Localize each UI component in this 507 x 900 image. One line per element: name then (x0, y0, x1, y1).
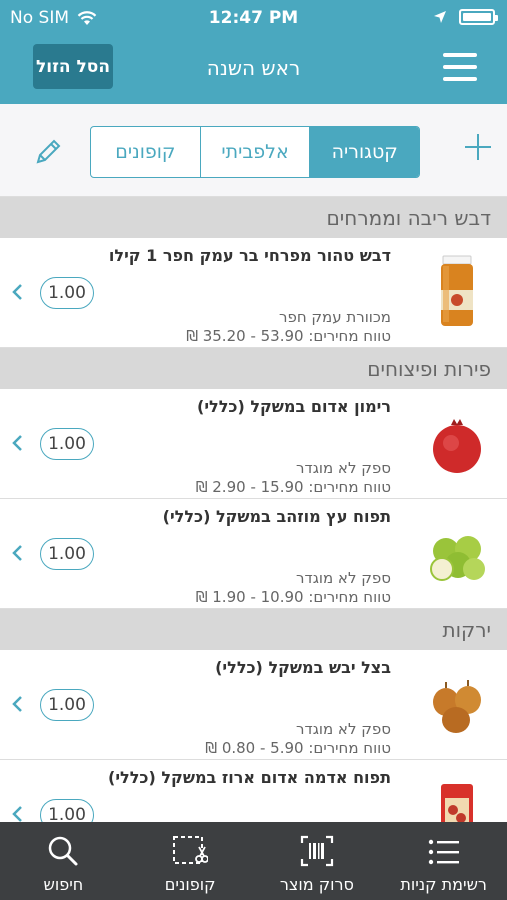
tab-label: רשימת קניות (400, 875, 487, 894)
quantity-field[interactable]: 1.00 (40, 689, 94, 721)
list-item[interactable]: בצל יבש במשקל (כללי) ספק לא מוגדר טווח מ… (0, 650, 507, 760)
item-supplier: ספק לא מוגדר (296, 459, 391, 477)
quantity-field[interactable]: 1.00 (40, 799, 94, 822)
battery-icon (459, 9, 498, 25)
segment-coupons[interactable]: קופונים (91, 127, 200, 177)
list-item[interactable]: רימון אדום במשקל (כללי) ספק לא מוגדר טוו… (0, 389, 507, 499)
honey-jar-image (441, 255, 473, 326)
section-header: דבש ריבה וממרחים (0, 197, 507, 238)
item-name: דבש טהור מפרחי בר עמק חפר 1 קילו (108, 246, 391, 265)
sort-segmented-control: קופונים אלפביתי קטגוריה (90, 126, 420, 178)
top-bar: No SIM 12:47 PM הסל הזול ראש השנה (0, 0, 507, 104)
potato-bag-image (441, 784, 473, 822)
item-price-range: טווח מחירים: 53.90 - 35.20 ₪ (186, 327, 391, 345)
status-bar: No SIM 12:47 PM (0, 0, 507, 36)
segment-alphabetical[interactable]: אלפביתי (199, 127, 310, 177)
segment-category[interactable]: קטגוריה (309, 127, 419, 177)
segment-bar: קופונים אלפביתי קטגוריה (0, 104, 507, 197)
tab-coupons[interactable]: קופונים (127, 822, 254, 900)
list-item[interactable]: דבש טהור מפרחי בר עמק חפר 1 קילו מכוורת … (0, 238, 507, 348)
edit-pencil-icon[interactable] (32, 136, 64, 168)
item-name: רימון אדום במשקל (כללי) (197, 397, 391, 416)
list-item[interactable]: תפוח עץ מוזהב במשקל (כללי) ספק לא מוגדר … (0, 499, 507, 609)
quantity-field[interactable]: 1.00 (40, 428, 94, 460)
chevron-left-icon[interactable] (10, 694, 24, 714)
onions-image (433, 680, 481, 733)
tab-search[interactable]: חיפוש (0, 822, 127, 900)
pomegranate-image (433, 419, 481, 473)
item-supplier: ספק לא מוגדר (296, 569, 391, 587)
item-name: בצל יבש במשקל (כללי) (215, 658, 391, 677)
item-supplier: ספק לא מוגדר (296, 720, 391, 738)
barcode-scan-icon (300, 835, 333, 867)
shopping-list: דבש ריבה וממרחים דבש טהור מפרחי בר עמק ח… (0, 197, 507, 822)
section-header: ירקות (0, 609, 507, 650)
quantity-field[interactable]: 1.00 (40, 277, 94, 309)
quantity-field[interactable]: 1.00 (40, 538, 94, 570)
tab-label: קופונים (164, 875, 216, 894)
chevron-left-icon[interactable] (10, 804, 24, 822)
item-name: תפוח אדמה אדום ארוז במשקל (כללי) (108, 768, 391, 787)
tab-scan-product[interactable]: סרוק מוצר (254, 822, 381, 900)
tab-label: סרוק מוצר (279, 875, 354, 894)
coupon-scissors-icon (173, 836, 209, 864)
add-plus-icon[interactable] (465, 134, 491, 160)
item-price-range: טווח מחירים: 15.90 - 2.90 ₪ (195, 478, 391, 496)
section-header: פירות ופיצוחים (0, 348, 507, 389)
list-icon (428, 839, 459, 865)
green-apples-image (430, 536, 485, 581)
chevron-left-icon[interactable] (10, 543, 24, 563)
nav-bar: הסל הזול ראש השנה (0, 36, 507, 104)
tab-shopping-list[interactable]: רשימת קניות (380, 822, 507, 900)
item-price-range: טווח מחירים: 10.90 - 1.90 ₪ (195, 588, 391, 606)
page-title: ראש השנה (206, 56, 301, 80)
item-supplier: מכוורת עמק חפר (278, 308, 391, 326)
clock: 12:47 PM (208, 8, 299, 28)
chevron-left-icon[interactable] (10, 282, 24, 302)
list-item[interactable]: תפוח אדמה אדום ארוז במשקל (כללי) 1.00 (0, 760, 507, 822)
item-name: תפוח עץ מוזהב במשקל (כללי) (162, 507, 391, 526)
item-price-range: טווח מחירים: 5.90 - 0.80 ₪ (205, 739, 391, 757)
location-arrow-icon (434, 11, 446, 23)
tab-bar: חיפוש קופונים סרוק מוצר רשימת קניות (0, 822, 507, 900)
chevron-left-icon[interactable] (10, 433, 24, 453)
hamburger-menu-icon[interactable] (443, 53, 477, 81)
status-right (433, 9, 498, 25)
tab-label: חיפוש (43, 875, 84, 894)
search-icon (49, 836, 78, 866)
